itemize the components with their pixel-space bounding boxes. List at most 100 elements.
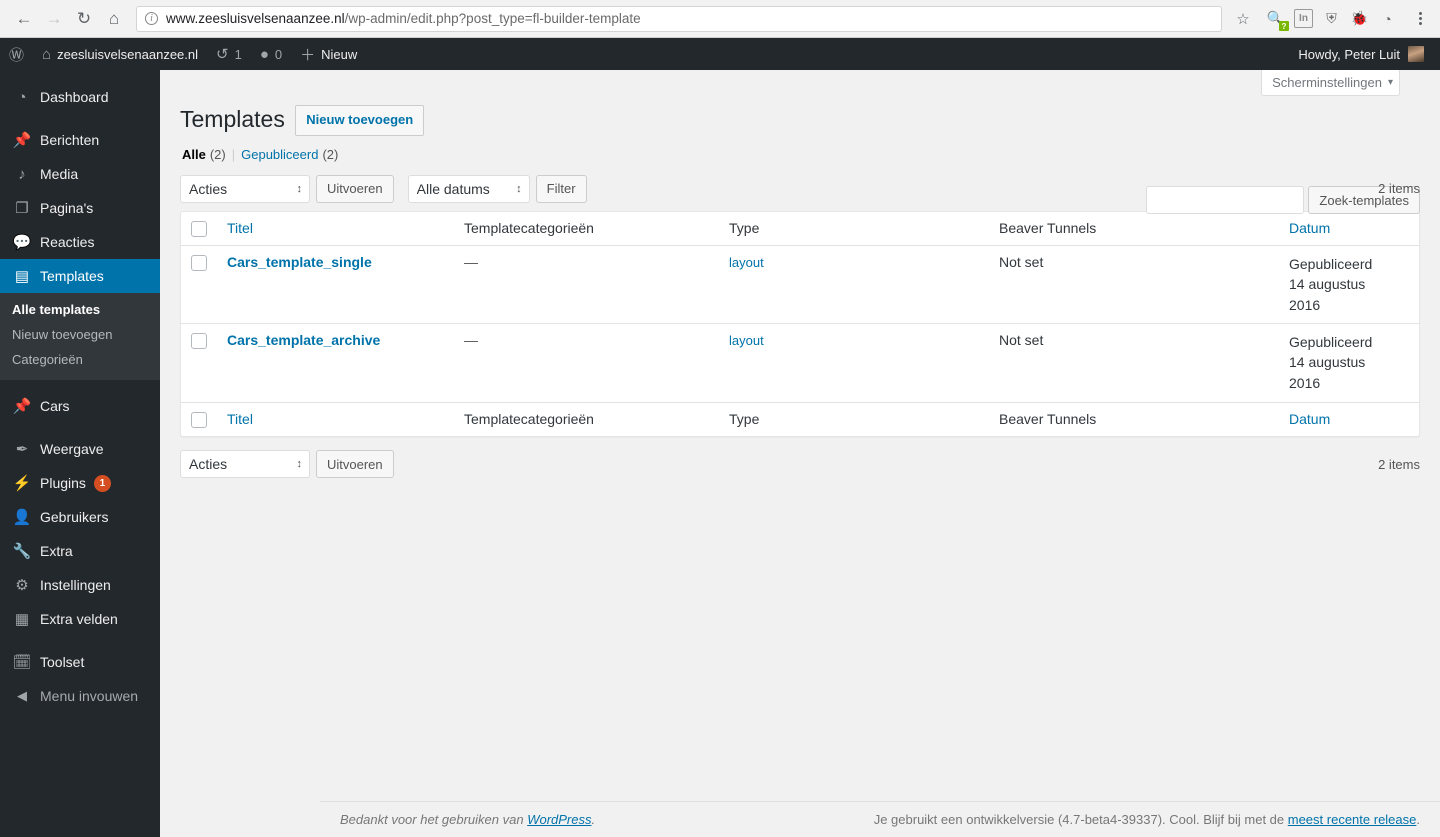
table-row[interactable]: Cars_template_single — layout Not set Ge… (181, 246, 1419, 325)
sidebar-item-templates[interactable]: ▤ Templates (0, 259, 168, 293)
apply-bulk-action-button-bottom[interactable]: Uitvoeren (316, 450, 394, 479)
sidebar-item-reacties[interactable]: 💬 Reacties (0, 225, 160, 259)
home-icon[interactable]: ⌂ (100, 5, 128, 33)
url-host: www.zeesluisvelsenaanzee.nl (166, 11, 345, 26)
column-footer-datum[interactable]: Datum (1279, 402, 1419, 436)
filter-button[interactable]: Filter (535, 174, 587, 203)
sidebar-item-gebruikers[interactable]: 👤 Gebruikers (0, 500, 160, 534)
select-all-checkbox-top[interactable] (191, 221, 207, 238)
back-icon[interactable]: ← (10, 5, 38, 33)
screen-options-button[interactable]: Scherminstellingen ▾ (1261, 70, 1400, 96)
dashboard-icon: ◔ (17, 88, 27, 106)
linkedin-extension-icon[interactable]: In (1294, 9, 1313, 28)
chrome-menu-icon[interactable] (1410, 12, 1430, 25)
table-body: Cars_template_single — layout Not set Ge… (181, 246, 1419, 402)
row-type-link[interactable]: layout (729, 255, 764, 270)
my-account-menu[interactable]: Howdy, Peter Luit (1298, 46, 1440, 62)
sidebar-item-label: Templates (40, 268, 104, 284)
chevron-down-icon: ▾ (1387, 77, 1393, 88)
footer-thanks-prefix: Bedankt voor het gebruiken van (340, 812, 528, 827)
row-type-link[interactable]: layout (729, 333, 764, 348)
home-icon: ⌂ (42, 45, 52, 63)
cell-date: Gepubliceerd 14 augustus 2016 (1279, 246, 1419, 325)
displaying-num-top: 2 items (1378, 181, 1420, 197)
row-title-link[interactable]: Cars_template_single (227, 254, 372, 270)
table-header-row: Titel Templatecategorieën Type Beaver Tu… (181, 212, 1419, 247)
table-foot: Titel Templatecategorieën Type Beaver Tu… (181, 402, 1419, 436)
address-bar[interactable]: i www.zeesluisvelsenaanzee.nl/wp-admin/e… (136, 5, 1222, 32)
wp-logo-menu[interactable]: Ⓦ (0, 38, 33, 70)
filter-gepubliceerd[interactable]: Gepubliceerd (2) (241, 147, 338, 162)
magnifier-extension-icon[interactable]: 🔍 ? (1266, 9, 1289, 31)
reload-icon[interactable]: ↻ (70, 5, 98, 33)
user-icon: 👤 (12, 509, 32, 526)
shield-extension-icon[interactable]: ⛨ (1322, 9, 1341, 28)
table-row[interactable]: Cars_template_archive — layout Not set G… (181, 324, 1419, 402)
date-status: Gepubliceerd (1289, 334, 1373, 351)
column-header-datum-link[interactable]: Datum (1289, 220, 1330, 236)
latest-release-link[interactable]: meest recente release (1288, 812, 1417, 827)
bulk-action-select-top[interactable]: Acties (180, 174, 310, 203)
forward-icon[interactable]: → (40, 5, 68, 33)
new-content-menu[interactable]: ＋ Nieuw (291, 38, 366, 70)
footer-version: Je gebruikt een ontwikkelversie (4.7-bet… (874, 812, 1420, 827)
filter-alle-label[interactable]: Alle (182, 147, 206, 162)
bookmark-star-icon[interactable]: ☆ (1230, 6, 1256, 32)
wordpress-link[interactable]: WordPress (527, 812, 591, 827)
add-new-button[interactable]: Nieuw toevoegen (295, 105, 425, 136)
row-checkbox[interactable] (191, 255, 207, 272)
tablenav-top: Acties Uitvoeren Alle datums Filter 2 it… (180, 171, 1420, 207)
wp-admin-bar: Ⓦ ⌂ zeesluisvelsenaanzee.nl ↺ 1 ● 0 ＋ Ni… (0, 38, 1440, 70)
apply-bulk-action-button-top[interactable]: Uitvoeren (316, 174, 394, 203)
submenu-item-alle-templates[interactable]: Alle templates (0, 297, 160, 322)
row-checkbox[interactable] (191, 333, 207, 350)
bulk-actions-bottom: Acties Uitvoeren (180, 450, 394, 479)
sidebar-item-toolset[interactable]: 🗓 Toolset (0, 645, 160, 679)
sidebar-item-label: Cars (40, 398, 70, 414)
extension-icons: 🔍 ? In ⛨ 🐞 ◔ (1258, 9, 1430, 31)
sidebar-item-cars[interactable]: 📌 Cars (0, 389, 160, 423)
filter-alle[interactable]: Alle (2) (182, 147, 226, 162)
comments-menu[interactable]: ● 0 (251, 38, 291, 70)
admin-footer: Bedankt voor het gebruiken van WordPress… (320, 801, 1440, 837)
submenu-item-categorieen[interactable]: Categorieën (0, 347, 160, 372)
filter-gepubliceerd-label[interactable]: Gepubliceerd (241, 147, 318, 162)
column-footer-datum-link[interactable]: Datum (1289, 411, 1330, 427)
sidebar-item-label: Berichten (40, 132, 100, 148)
page-wrap: Templates Nieuw toevoegen Alle (2) | Gep… (180, 96, 1420, 482)
collapse-menu-button[interactable]: ◀ Menu invouwen (0, 679, 160, 713)
bulk-actions-top: Acties Uitvoeren Alle datums Filter (180, 174, 587, 203)
column-footer-titel-link[interactable]: Titel (227, 411, 253, 427)
column-header-datum[interactable]: Datum (1279, 212, 1419, 247)
column-header-titel[interactable]: Titel (217, 212, 454, 247)
sidebar-item-plugins[interactable]: ⚡ Plugins 1 (0, 466, 160, 500)
settings-sliders-icon: ⚙ (15, 577, 29, 594)
sidebar-item-dashboard[interactable]: ◔ Dashboard (0, 80, 160, 114)
bug-extension-icon[interactable]: 🐞 (1350, 9, 1369, 28)
site-name-menu[interactable]: ⌂ zeesluisvelsenaanzee.nl (33, 38, 207, 70)
url-text: www.zeesluisvelsenaanzee.nl/wp-admin/edi… (166, 11, 641, 26)
column-header-titel-link[interactable]: Titel (227, 220, 253, 236)
sidebar-item-instellingen[interactable]: ⚙ Instellingen (0, 568, 160, 602)
admin-content: Scherminstellingen ▾ Templates Nieuw toe… (160, 70, 1440, 837)
date-filter-select[interactable]: Alle datums (407, 174, 530, 203)
row-title-link[interactable]: Cars_template_archive (227, 332, 380, 348)
sidebar-item-label: Dashboard (40, 89, 109, 105)
select-all-checkbox-bottom[interactable] (191, 412, 207, 429)
sidebar-item-extra-velden[interactable]: ▦ Extra velden (0, 602, 160, 636)
row-checkbox-cell (181, 324, 217, 402)
comments-count: 0 (274, 46, 283, 62)
sidebar-item-berichten[interactable]: 📌 Berichten (0, 123, 160, 157)
bulk-action-select-bottom[interactable]: Acties (180, 450, 310, 479)
column-footer-titel[interactable]: Titel (217, 402, 454, 436)
sidebar-item-paginas[interactable]: ❐ Pagina's (0, 191, 160, 225)
updates-menu[interactable]: ↺ 1 (207, 38, 251, 70)
submenu-item-nieuw-toevoegen[interactable]: Nieuw toevoegen (0, 322, 160, 347)
sidebar-item-media[interactable]: ♪ Media (0, 157, 160, 191)
sidebar-item-extra[interactable]: 🔧 Extra (0, 534, 160, 568)
globe-extension-icon[interactable]: ◔ (1378, 9, 1397, 28)
sidebar-item-weergave[interactable]: ✒ Weergave (0, 432, 160, 466)
site-info-icon[interactable]: i (145, 12, 158, 25)
url-path: /wp-admin/edit.php?post_type=fl-builder-… (344, 11, 641, 26)
plugins-update-badge: 1 (93, 474, 111, 492)
